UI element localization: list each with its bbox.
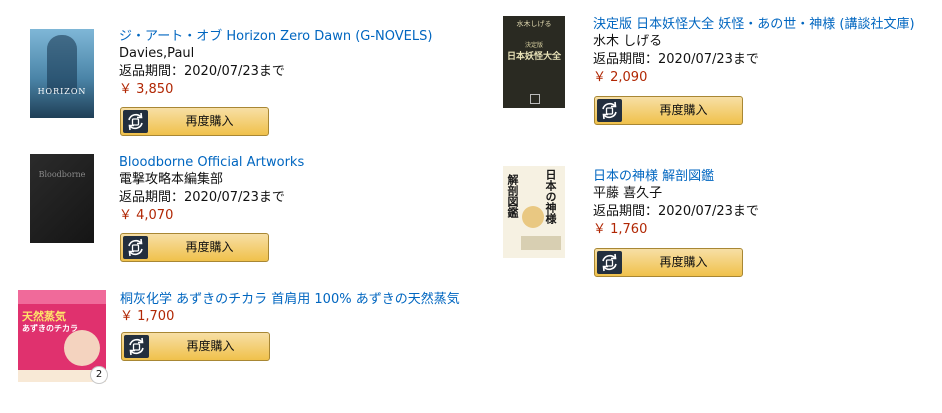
product-title-link[interactable]: 桐灰化学 あずきのチカラ 首肩用 100% あずきの天然蒸気 bbox=[120, 291, 460, 308]
buy-again-button[interactable]: 再度購入 bbox=[120, 233, 269, 262]
quantity-badge: 2 bbox=[90, 366, 108, 384]
reorder-icon bbox=[124, 335, 149, 358]
cover-top-band bbox=[18, 290, 106, 304]
product-price: ￥ 2,090 bbox=[593, 70, 648, 85]
return-period: 返品期間：2020/07/23まで bbox=[593, 204, 759, 219]
product-price: ￥ 4,070 bbox=[119, 208, 174, 223]
cover-band bbox=[521, 236, 561, 250]
product-author: 水木 しげる bbox=[593, 34, 663, 49]
cover-title: 日本妖怪大全 bbox=[506, 52, 561, 62]
product-price: ￥ 1,760 bbox=[593, 222, 648, 237]
product-title-link[interactable]: ジ・アート・オブ Horizon Zero Dawn (G-NOVELS) bbox=[119, 28, 432, 45]
cover-emblem bbox=[530, 94, 540, 104]
buy-again-label: 再度購入 bbox=[185, 114, 234, 128]
product-title-link[interactable]: 日本の神様 解剖図鑑 bbox=[593, 168, 759, 185]
cover-title: HORIZON bbox=[37, 87, 87, 96]
cover-headline: 天然蒸気 bbox=[22, 310, 66, 323]
buy-again-label: 再度購入 bbox=[185, 240, 234, 254]
product-author: Davies,Paul bbox=[119, 46, 195, 61]
return-period: 返品期間：2020/07/23まで bbox=[593, 52, 759, 67]
cover-figure bbox=[47, 35, 77, 93]
cover-brand: あずきのチカラ bbox=[22, 324, 78, 333]
reorder-icon bbox=[597, 99, 622, 122]
reorder-icon bbox=[123, 110, 148, 133]
product-title-link[interactable]: 決定版 日本妖怪大全 妖怪・あの世・神様 (講談社文庫) bbox=[593, 16, 915, 33]
buy-again-label: 再度購入 bbox=[659, 103, 708, 117]
cover-subtitle: 解剖図鑑 bbox=[506, 174, 519, 218]
buy-again-label: 再度購入 bbox=[186, 339, 235, 353]
product-image[interactable]: HORIZON bbox=[30, 29, 94, 118]
cover-author: 水木しげる bbox=[516, 20, 552, 28]
cover-title: 日本の神様 bbox=[544, 169, 557, 224]
reorder-icon bbox=[597, 251, 622, 274]
product-image[interactable]: 日本の神様 解剖図鑑 bbox=[503, 166, 565, 258]
buy-again-button[interactable]: 再度購入 bbox=[120, 107, 269, 136]
buy-again-button[interactable]: 再度購入 bbox=[594, 248, 743, 277]
buy-again-button[interactable]: 再度購入 bbox=[594, 96, 743, 125]
product-price: ￥ 3,850 bbox=[119, 82, 174, 97]
cover-title: Bloodborne bbox=[38, 170, 86, 179]
product-author: 電撃攻略本編集部 bbox=[119, 172, 224, 187]
reorder-icon bbox=[123, 236, 148, 259]
return-period: 返品期間：2020/07/23まで bbox=[119, 64, 285, 79]
cover-illustration bbox=[522, 206, 544, 228]
product-image[interactable]: Bloodborne bbox=[30, 154, 94, 243]
product-author: 平藤 喜久子 bbox=[593, 186, 663, 201]
cover-photo bbox=[64, 330, 100, 366]
buy-again-label: 再度購入 bbox=[659, 255, 708, 269]
return-period: 返品期間：2020/07/23まで bbox=[119, 190, 285, 205]
cover-kicker: 決定版 bbox=[524, 42, 543, 49]
product-image[interactable]: 水木しげる 決定版 日本妖怪大全 bbox=[503, 16, 565, 108]
buy-again-button[interactable]: 再度購入 bbox=[121, 332, 270, 361]
product-price: ￥ 1,700 bbox=[120, 309, 175, 324]
product-title-link[interactable]: Bloodborne Official Artworks bbox=[119, 154, 304, 171]
